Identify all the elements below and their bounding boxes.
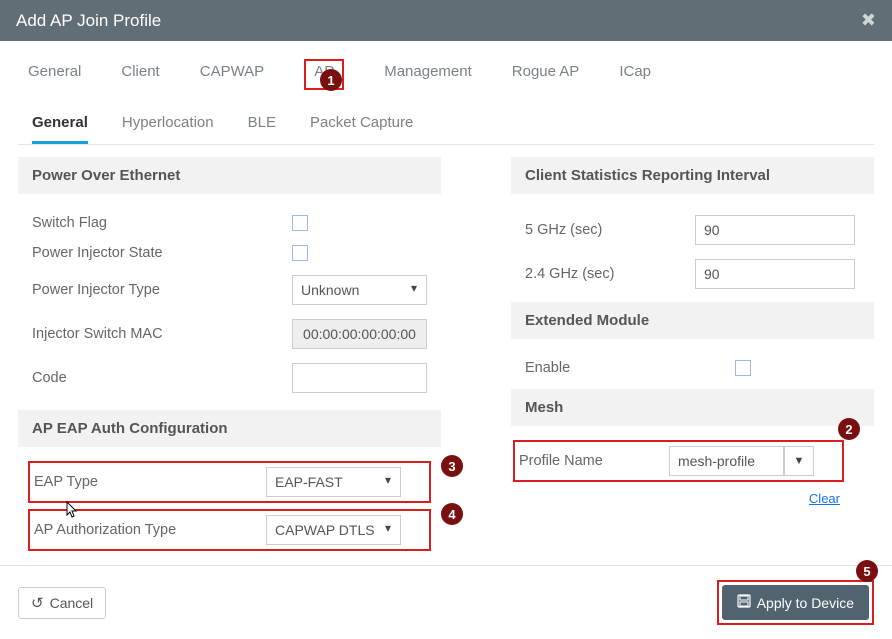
modal-content: General Client CAPWAP AP Management Rogu… — [0, 41, 892, 557]
subtab-packetcapture[interactable]: Packet Capture — [310, 110, 413, 144]
label-switch-flag: Switch Flag — [32, 215, 232, 231]
row-profile-name: Profile Name ▼ — [513, 440, 844, 482]
apply-button[interactable]: Apply to Device — [722, 585, 869, 620]
label-ext-enable: Enable — [525, 360, 685, 376]
row-ext-enable: Enable — [511, 353, 874, 383]
badge-5: 5 — [856, 560, 878, 582]
label-ism: Injector Switch MAC — [32, 326, 232, 342]
right-col: Client Statistics Reporting Interval 5 G… — [511, 157, 874, 557]
badge-3: 3 — [441, 455, 463, 477]
select-pit[interactable]: Unknown — [292, 275, 427, 305]
cancel-label: Cancel — [50, 595, 94, 611]
row-ism: Injector Switch MAC — [18, 312, 441, 356]
checkbox-switch-flag[interactable] — [292, 215, 308, 231]
modal-footer: ↺ Cancel 5 Apply to Device — [0, 565, 892, 639]
badge-1: 1 — [320, 69, 342, 91]
row-code: Code — [18, 356, 441, 400]
label-ghz24: 2.4 GHz (sec) — [525, 266, 685, 282]
select-eap-type[interactable]: EAP-FAST — [266, 467, 401, 497]
tab-rogueap[interactable]: Rogue AP — [512, 59, 580, 90]
row-ghz24: 2.4 GHz (sec) — [511, 252, 874, 296]
row-pis: Power Injector State — [18, 238, 441, 268]
badge-2: 2 — [838, 418, 860, 440]
modal-title: Add AP Join Profile — [16, 11, 161, 31]
row-ghz5: 5 GHz (sec) — [511, 208, 874, 252]
apply-label: Apply to Device — [757, 595, 854, 611]
input-ism[interactable] — [292, 319, 427, 349]
label-ghz5: 5 GHz (sec) — [525, 222, 685, 238]
label-eap-type: EAP Type — [34, 474, 230, 490]
subtab-hyperlocation[interactable]: Hyperlocation — [122, 110, 214, 144]
input-ghz5[interactable] — [695, 215, 855, 245]
label-ap-auth: AP Authorization Type — [34, 522, 230, 538]
subtab-ble[interactable]: BLE — [248, 110, 276, 144]
section-poe: Power Over Ethernet — [18, 157, 441, 194]
link-clear[interactable]: Clear — [809, 491, 840, 506]
save-icon — [737, 594, 751, 611]
cancel-button[interactable]: ↺ Cancel — [18, 587, 106, 619]
section-eap: AP EAP Auth Configuration — [18, 410, 441, 447]
checkbox-pis[interactable] — [292, 245, 308, 261]
row-ap-auth: AP Authorization Type CAPWAP DTLS — [28, 509, 431, 551]
section-mesh: Mesh — [511, 389, 874, 426]
close-icon[interactable]: ✖ — [861, 10, 876, 31]
row-pit: Power Injector Type Unknown — [18, 268, 441, 312]
label-pis: Power Injector State — [32, 245, 232, 261]
label-code: Code — [32, 370, 232, 386]
sub-tabs: General Hyperlocation BLE Packet Capture — [18, 96, 874, 145]
badge-4: 4 — [441, 503, 463, 525]
section-csri: Client Statistics Reporting Interval — [511, 157, 874, 194]
profile-name-dropdown-icon[interactable]: ▼ — [784, 446, 814, 476]
tab-capwap[interactable]: CAPWAP — [200, 59, 264, 90]
undo-icon: ↺ — [31, 594, 44, 612]
tab-icap[interactable]: ICap — [619, 59, 651, 90]
modal-header: Add AP Join Profile ✖ — [0, 0, 892, 41]
input-code[interactable] — [292, 363, 427, 393]
columns: Power Over Ethernet Switch Flag Power In… — [18, 145, 874, 557]
label-profile-name: Profile Name — [519, 453, 669, 469]
label-pit: Power Injector Type — [32, 282, 232, 298]
select-ap-auth[interactable]: CAPWAP DTLS — [266, 515, 401, 545]
checkbox-ext-enable[interactable] — [735, 360, 751, 376]
main-tabs: General Client CAPWAP AP Management Rogu… — [18, 55, 874, 90]
section-ext: Extended Module — [511, 302, 874, 339]
input-ghz24[interactable] — [695, 259, 855, 289]
row-switch-flag: Switch Flag — [18, 208, 441, 238]
tab-client[interactable]: Client — [121, 59, 159, 90]
tab-management[interactable]: Management — [384, 59, 472, 90]
row-eap-type: EAP Type EAP-FAST — [28, 461, 431, 503]
left-col: Power Over Ethernet Switch Flag Power In… — [18, 157, 441, 557]
subtab-general[interactable]: General — [32, 110, 88, 144]
input-profile-name[interactable] — [669, 446, 784, 476]
tab-general[interactable]: General — [28, 59, 81, 90]
